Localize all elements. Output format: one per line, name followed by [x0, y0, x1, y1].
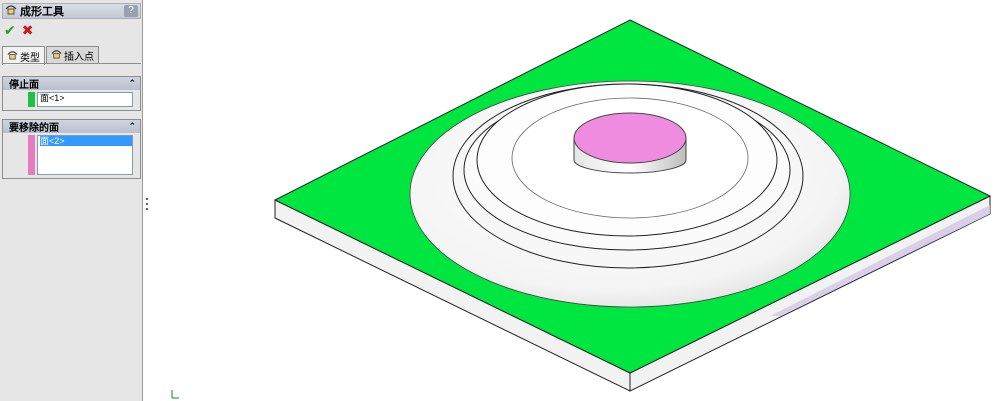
panel-titlebar: 成形工具 ?	[2, 3, 141, 19]
stop-face-header-label: 停止面	[9, 80, 39, 91]
faces-to-remove-header[interactable]: 要移除的面 ⌃	[3, 120, 140, 134]
tab-insert-point[interactable]: 插入点	[46, 46, 99, 64]
forming-tool-icon	[7, 50, 18, 63]
forming-tool-icon	[5, 4, 17, 18]
action-row: ✔ ✖	[2, 22, 33, 38]
tab-type-label: 类型	[20, 52, 40, 64]
stop-face-color-swatch	[28, 92, 35, 107]
list-item[interactable]: 面<2>	[40, 136, 132, 146]
forming-tool-icon	[51, 49, 62, 62]
faces-to-remove-selection-box[interactable]: 面<2>	[37, 135, 133, 175]
faces-to-remove-color-swatch	[28, 135, 35, 175]
cancel-button[interactable]: ✖	[22, 23, 34, 37]
ok-button[interactable]: ✔	[4, 23, 16, 37]
panel-title: 成形工具	[20, 6, 64, 18]
axis-triad-icon	[170, 388, 182, 401]
graphics-viewport[interactable]	[144, 0, 1000, 401]
faces-to-remove-header-label: 要移除的面	[9, 123, 59, 134]
faces-to-remove-group: 要移除的面 ⌃ 面<2>	[2, 119, 141, 179]
stop-face-group: 停止面 ⌃ 面<1>	[2, 76, 141, 111]
stop-face-header[interactable]: 停止面 ⌃	[3, 77, 140, 91]
collapse-chevron-icon[interactable]: ⌃	[128, 120, 136, 133]
tab-divider	[2, 63, 141, 64]
tab-insert-point-label: 插入点	[64, 52, 94, 63]
cap-top-face[interactable]	[573, 112, 687, 164]
property-manager-panel: 成形工具 ? ✔ ✖ 类型 插入点 停止面 ⌃ 面<1> 要移除的面 ⌃ 面<2…	[0, 0, 143, 401]
panel-tabs: 类型 插入点	[2, 46, 99, 65]
collapse-chevron-icon[interactable]: ⌃	[128, 77, 136, 90]
list-item[interactable]: 面<1>	[40, 93, 132, 103]
help-button[interactable]: ?	[124, 5, 138, 17]
stop-face-selection-box[interactable]: 面<1>	[37, 92, 133, 107]
